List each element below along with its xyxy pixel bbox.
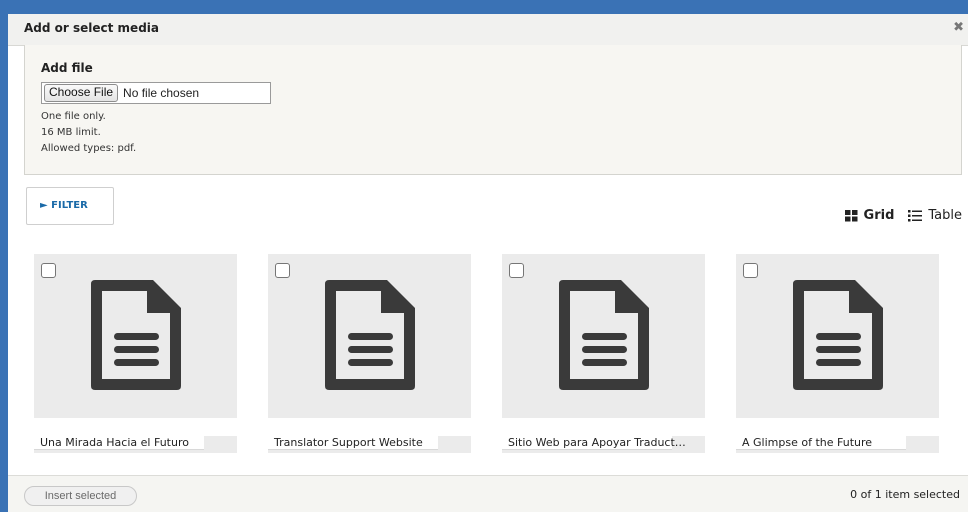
media-name-box: Una Mirada Hacia el Futuro <box>34 418 204 450</box>
view-switcher: Grid Table <box>844 208 962 223</box>
insert-selected-button[interactable]: Insert selected <box>24 486 137 506</box>
media-thumbnail[interactable] <box>34 254 237 418</box>
grid-view-label: Grid <box>863 208 895 223</box>
document-icon <box>325 280 415 390</box>
media-item[interactable]: Una Mirada Hacia el Futuro <box>34 254 237 453</box>
document-icon <box>559 280 649 390</box>
media-name-box-end <box>438 418 471 436</box>
close-icon[interactable]: ✖ <box>953 20 964 35</box>
media-select-checkbox[interactable] <box>743 263 758 278</box>
media-name-box-end <box>204 418 237 436</box>
media-item[interactable]: A Glimpse of the Future <box>736 254 939 453</box>
media-thumbnail[interactable] <box>268 254 471 418</box>
file-input[interactable]: Choose File No file chosen <box>41 82 271 104</box>
media-item[interactable]: Translator Support Website <box>268 254 471 453</box>
media-thumbnail[interactable] <box>502 254 705 418</box>
document-icon <box>793 280 883 390</box>
selection-count: 0 of 1 item selected <box>850 488 960 501</box>
dialog-titlebar: Add or select media ✖ <box>8 14 968 46</box>
media-name: Una Mirada Hacia el Futuro <box>40 436 189 449</box>
media-thumbnail[interactable] <box>736 254 939 418</box>
media-name-box: Translator Support Website <box>268 418 438 450</box>
file-status-text: No file chosen <box>123 86 200 100</box>
filter-toggle-button[interactable]: ► FILTER <box>26 187 114 225</box>
grid-view-button[interactable]: Grid <box>844 208 895 223</box>
dialog-footer: Insert selected 0 of 1 item selected <box>8 475 968 512</box>
media-name: Translator Support Website <box>274 436 423 449</box>
media-name-box-end <box>906 418 939 436</box>
media-name-box-end <box>672 418 705 436</box>
media-select-checkbox[interactable] <box>509 263 524 278</box>
grid-icon <box>844 209 858 221</box>
media-item[interactable]: Sitio Web para Apoyar Traduct… <box>502 254 705 453</box>
table-view-label: Table <box>928 208 962 223</box>
add-file-panel: Add file Choose File No file chosen One … <box>24 45 962 175</box>
choose-file-button[interactable]: Choose File <box>44 84 119 102</box>
media-name-box: Sitio Web para Apoyar Traduct… <box>502 418 686 450</box>
help-size-limit: 16 MB limit. <box>41 127 101 138</box>
media-select-checkbox[interactable] <box>41 263 56 278</box>
add-file-label: Add file <box>41 61 93 75</box>
table-view-button[interactable]: Table <box>908 208 962 223</box>
media-name: Sitio Web para Apoyar Traduct… <box>508 436 686 449</box>
list-icon <box>908 209 923 221</box>
media-name-box: A Glimpse of the Future <box>736 418 906 450</box>
dialog-title: Add or select media <box>24 21 159 35</box>
media-name: A Glimpse of the Future <box>742 436 873 449</box>
document-icon <box>91 280 181 390</box>
help-file-count: One file only. <box>41 111 106 122</box>
media-dialog: Add or select media ✖ Add file Choose Fi… <box>8 14 968 512</box>
media-select-checkbox[interactable] <box>275 263 290 278</box>
help-allowed-types: Allowed types: pdf. <box>41 143 137 154</box>
